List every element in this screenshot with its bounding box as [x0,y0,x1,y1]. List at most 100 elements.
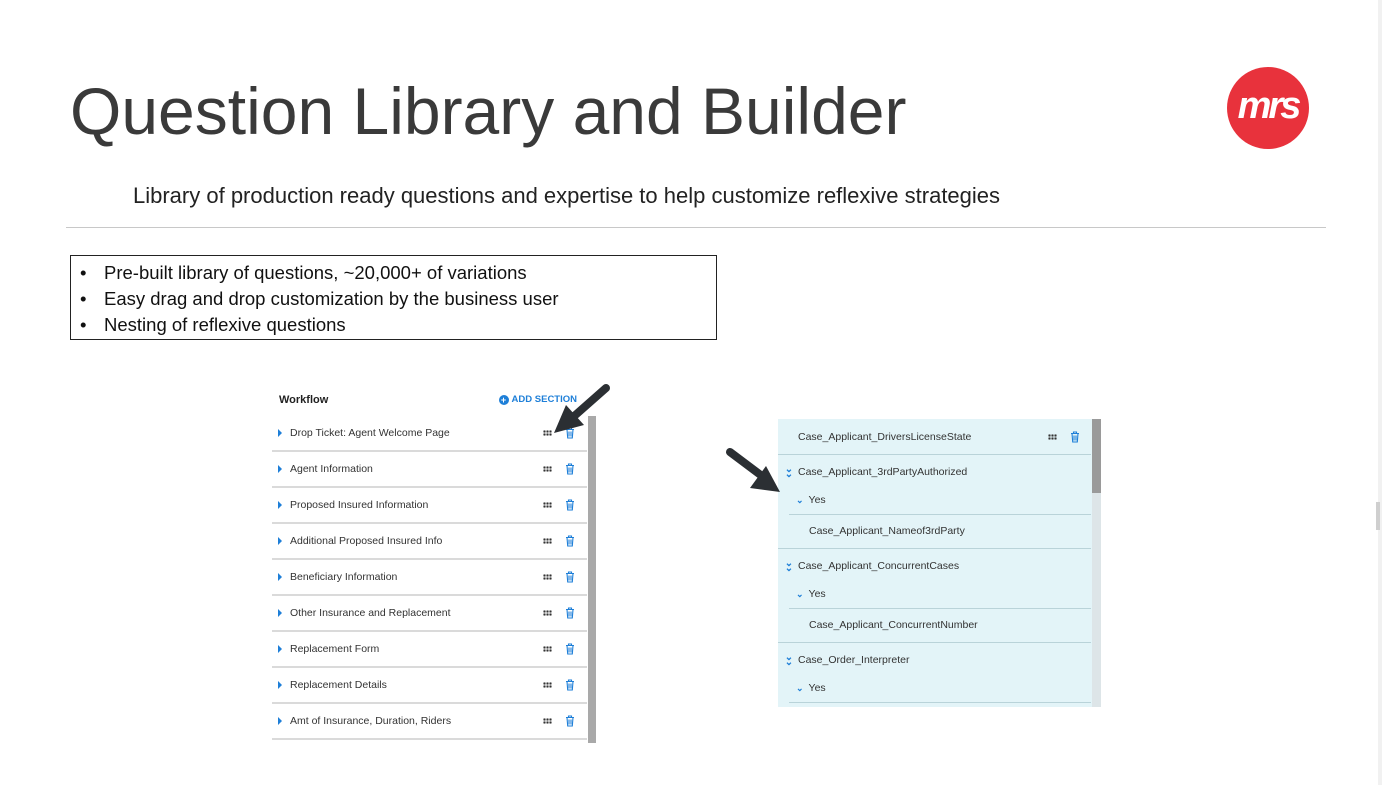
answer-label: Yes [808,494,826,506]
answer-row[interactable]: ⌄ Yes [778,585,1101,603]
question-label: Case_Applicant_3rdPartyAuthorized [798,466,968,478]
bullet-dot-icon: • [80,288,87,309]
expand-caret-icon[interactable] [278,609,282,617]
workflow-section-row[interactable]: Other Insurance and Replacement [272,596,587,632]
section-label: Other Insurance and Replacement [290,607,451,619]
drag-handle-icon[interactable] [1048,434,1057,440]
section-label: Proposed Insured Information [290,499,429,511]
row-divider [789,608,1091,609]
row-divider [789,514,1091,515]
trash-icon[interactable] [1070,431,1080,443]
drag-handle-icon[interactable] [543,682,552,688]
question-label: Case_Applicant_Nameof3rdParty [809,525,965,537]
expand-caret-icon[interactable] [278,645,282,653]
slide-title: Question Library and Builder [70,74,907,148]
workflow-scrollbar[interactable] [588,416,596,743]
bullet-item: • Pre-built library of questions, ~20,000… [71,260,716,286]
drag-handle-icon[interactable] [543,646,552,652]
trash-icon[interactable] [565,714,575,732]
question-label: Case_Order_Interpreter [798,654,910,666]
drag-handle-icon[interactable] [543,718,552,724]
answer-label: Yes [808,682,826,694]
drag-handle-icon[interactable] [543,502,552,508]
bullet-text: Pre-built library of questions, ~20,000+… [104,262,527,283]
expand-caret-icon[interactable] [278,465,282,473]
divider [66,227,1326,228]
expand-double-chevron-icon[interactable]: ⌄ ⌄ [783,558,795,574]
question-label: Case_Applicant_ConcurrentCases [798,560,960,572]
question-row[interactable]: ⌄ ⌄ Case_Applicant_ConcurrentCases [778,556,1096,576]
chevron-down-icon[interactable]: ⌄ [796,683,804,694]
bullet-item: • Nesting of reflexive questions [71,312,716,338]
row-divider [778,454,1091,455]
workflow-section-list: Drop Ticket: Agent Welcome Page Agent Inf… [272,416,587,740]
answer-row[interactable]: ⌄ Yes [778,679,1101,697]
section-label: Agent Information [290,463,373,475]
bullet-text: Easy drag and drop customization by the … [104,288,559,309]
nested-question-row[interactable]: Case_Applicant_Nameof3rdParty [778,522,1101,540]
bullet-dot-icon: • [80,262,87,283]
trash-icon[interactable] [565,678,575,696]
slide-subtitle: Library of production ready questions an… [133,183,1001,208]
section-label: Amt of Insurance, Duration, Riders [290,715,452,727]
expand-double-chevron-icon[interactable]: ⌄ ⌄ [783,652,795,668]
trash-icon[interactable] [565,462,575,480]
workflow-section-row[interactable]: Amt of Insurance, Duration, Riders [272,704,587,740]
bullet-text: Nesting of reflexive questions [104,314,346,335]
answer-label: Yes [808,588,826,600]
workflow-section-row[interactable]: Agent Information [272,452,587,488]
feature-bullet-box: • Pre-built library of questions, ~20,000… [70,255,717,340]
drag-handle-icon[interactable] [543,466,552,472]
drag-handle-icon[interactable] [543,574,552,580]
expand-caret-icon[interactable] [278,429,282,437]
workflow-section-row[interactable]: Beneficiary Information [272,560,587,596]
expand-caret-icon[interactable] [278,681,282,689]
section-label: Replacement Details [290,679,387,691]
drag-handle-icon[interactable] [543,610,552,616]
question-row[interactable]: ⌄ ⌄ Case_Applicant_3rdPartyAuthorized [778,462,1096,482]
trash-icon[interactable] [565,606,575,624]
bullet-item: • Easy drag and drop customization by the… [71,286,716,312]
question-row[interactable]: ⌄ ⌄ Case_Order_Interpreter [778,650,1096,670]
section-label: Beneficiary Information [290,571,398,583]
workflow-section-row[interactable]: Replacement Form [272,632,587,668]
question-builder-panel: Case_Applicant_DriversLicenseState ⌄ ⌄ Cas… [778,419,1101,707]
arrow-pointer-icon [554,384,610,433]
drag-handle-icon[interactable] [543,538,552,544]
builder-scrollbar-thumb[interactable] [1092,419,1101,493]
mrs-logo: mrs [1227,67,1309,149]
workflow-section-row[interactable]: Additional Proposed Insured Info [272,524,587,560]
arrow-pointer-icon [726,448,780,492]
trash-icon[interactable] [565,498,575,516]
bullet-dot-icon: • [80,314,87,335]
chevron-down-icon[interactable]: ⌄ [796,589,804,600]
section-label: Additional Proposed Insured Info [290,535,443,547]
workflow-title: Workflow [279,394,329,406]
logo-text: mrs [1237,84,1302,127]
section-label: Replacement Form [290,643,380,655]
workflow-section-row[interactable]: Replacement Details [272,668,587,704]
section-label: Drop Ticket: Agent Welcome Page [290,427,450,439]
expand-caret-icon[interactable] [278,717,282,725]
expand-caret-icon[interactable] [278,501,282,509]
row-divider [778,548,1091,549]
expand-caret-icon[interactable] [278,537,282,545]
trash-icon[interactable] [565,534,575,552]
trash-icon[interactable] [565,570,575,588]
workflow-section-row[interactable]: Proposed Insured Information [272,488,587,524]
workflow-section-row[interactable]: Drop Ticket: Agent Welcome Page [272,416,587,452]
question-label: Case_Applicant_DriversLicenseState [798,431,972,443]
trash-icon[interactable] [565,642,575,660]
expand-double-chevron-icon[interactable]: ⌄ ⌄ [783,464,795,480]
chevron-down-icon[interactable]: ⌄ [796,495,804,506]
answer-row[interactable]: ⌄ Yes [778,491,1101,509]
row-divider [789,702,1091,703]
workflow-header: Workflow + ADD SECTION [272,386,582,416]
slide-edge [1378,0,1382,785]
nested-question-row[interactable]: Case_Applicant_ConcurrentNumber [778,616,1101,634]
add-circle-icon: + [498,394,509,405]
question-label: Case_Applicant_ConcurrentNumber [809,619,978,631]
row-divider [778,642,1091,643]
expand-caret-icon[interactable] [278,573,282,581]
workflow-panel: Workflow + ADD SECTION Drop Ticket: Agent… [272,386,598,743]
